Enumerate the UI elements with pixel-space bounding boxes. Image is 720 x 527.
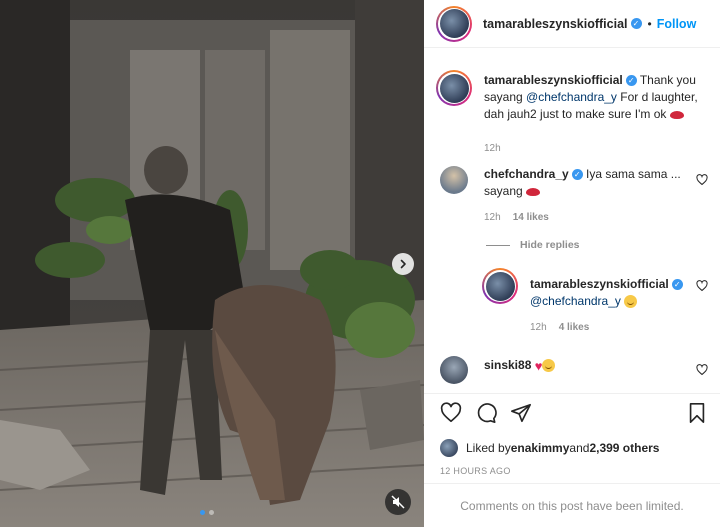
reply-avatar[interactable] xyxy=(482,268,518,304)
red-heart-emoji-icon: ♥ xyxy=(534,358,543,374)
paper-plane-icon[interactable] xyxy=(510,402,532,424)
hide-replies-button[interactable]: Hide replies xyxy=(486,239,580,251)
post-header: tamarableszynskiofficial ✓ • Follow xyxy=(424,0,720,48)
comment-avatar[interactable] xyxy=(440,356,468,384)
likes-summary[interactable]: Liked by enakimmy and 2,399 others xyxy=(440,439,659,457)
comments-list[interactable]: tamarableszynskiofficial ✓ Thank you saya… xyxy=(424,48,720,393)
heart-icon[interactable] xyxy=(440,402,462,424)
comments-limited-notice: Comments on this post have been limited. xyxy=(424,483,720,527)
divider xyxy=(486,244,510,246)
avatar[interactable] xyxy=(440,439,458,457)
caption-mention[interactable]: @chefchandra_y xyxy=(526,90,617,104)
action-bar xyxy=(424,393,720,431)
likes-others[interactable]: 2,399 others xyxy=(589,441,659,455)
kiss-lips-icon xyxy=(526,187,541,196)
smile-emoji-icon xyxy=(542,359,556,373)
reply-item: tamarableszynskiofficial ✓ @chefchandra_y… xyxy=(530,276,700,333)
reply-like-heart-icon[interactable] xyxy=(696,280,708,292)
likes-middle: and xyxy=(569,441,590,455)
carousel-dot-active xyxy=(200,510,205,515)
verified-badge-icon: ✓ xyxy=(671,279,683,291)
carousel-indicator xyxy=(200,510,214,515)
comment-like-heart-icon[interactable] xyxy=(696,364,708,376)
reply-likes[interactable]: 4 likes xyxy=(559,322,590,333)
comment-time[interactable]: 12h xyxy=(484,212,501,223)
hide-replies-label: Hide replies xyxy=(520,239,580,251)
comment-avatar[interactable] xyxy=(440,166,468,194)
muted-speaker-icon xyxy=(391,495,405,509)
comment-like-heart-icon[interactable] xyxy=(696,174,708,186)
verified-badge-icon: ✓ xyxy=(625,75,637,87)
post-sidebar: tamarableszynskiofficial ✓ • Follow tama… xyxy=(424,0,720,527)
bookmark-icon[interactable] xyxy=(686,402,708,424)
verified-badge-icon: ✓ xyxy=(630,18,642,29)
liked-by-user[interactable]: enakimmy xyxy=(511,441,570,455)
comment-likes[interactable]: 14 likes xyxy=(513,212,549,223)
caption-avatar[interactable] xyxy=(436,70,472,106)
avatar-image xyxy=(439,9,469,38)
comment-username[interactable]: chefchandra_y xyxy=(484,167,569,181)
reply-time[interactable]: 12h xyxy=(530,322,547,333)
reply-username[interactable]: tamarableszynskiofficial xyxy=(530,277,669,291)
mute-toggle-button[interactable] xyxy=(385,489,411,515)
post-timestamp[interactable]: 12 HOURS AGO xyxy=(440,466,511,476)
caption: tamarableszynskiofficial ✓ Thank you saya… xyxy=(484,72,712,154)
comment-item: sinski88 ♥ xyxy=(484,357,684,374)
header-separator: • xyxy=(647,16,652,31)
next-media-button[interactable] xyxy=(392,253,414,275)
avatar[interactable] xyxy=(436,5,472,42)
caption-time[interactable]: 12h xyxy=(484,143,501,154)
follow-button[interactable]: Follow xyxy=(657,17,697,31)
carousel-dot xyxy=(209,510,214,515)
kiss-lips-icon xyxy=(669,110,684,119)
comment-bubble-icon[interactable] xyxy=(475,402,497,424)
caption-username[interactable]: tamarableszynskiofficial xyxy=(484,73,623,87)
comment-item: chefchandra_y ✓ Iya sama sama ... sayang … xyxy=(484,166,684,223)
post-author-username[interactable]: tamarableszynskiofficial xyxy=(483,17,628,31)
avatar-image xyxy=(439,73,469,103)
comment-username[interactable]: sinski88 xyxy=(484,358,531,372)
likes-prefix: Liked by xyxy=(466,441,511,455)
verified-badge-icon: ✓ xyxy=(571,169,583,181)
post-media[interactable] xyxy=(0,0,424,527)
avatar-image xyxy=(485,271,515,301)
chevron-right-icon xyxy=(400,259,406,269)
video-frame xyxy=(0,0,424,527)
smile-emoji-icon xyxy=(624,295,638,309)
reply-mention[interactable]: @chefchandra_y xyxy=(530,294,621,308)
